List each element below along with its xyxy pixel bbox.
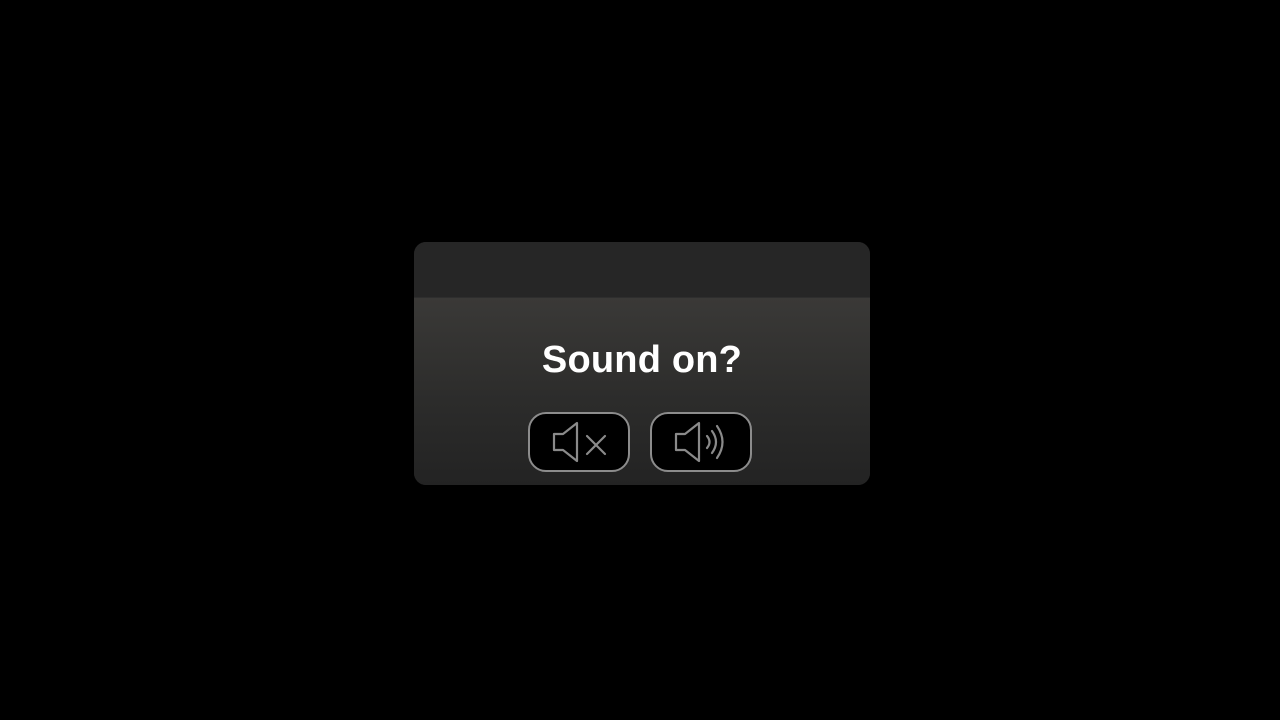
sound-dialog: Sound on? xyxy=(414,242,870,485)
sound-buttons xyxy=(528,412,756,472)
dialog-body: Sound on? xyxy=(414,298,870,485)
speaker-muted-icon xyxy=(552,421,607,463)
dialog-header xyxy=(414,242,870,298)
speaker-volume-icon xyxy=(674,421,724,463)
mute-button[interactable] xyxy=(528,412,630,472)
unmute-button[interactable] xyxy=(650,412,752,472)
sound-prompt: Sound on? xyxy=(541,339,743,381)
page-background: Sound on? xyxy=(0,0,1280,720)
